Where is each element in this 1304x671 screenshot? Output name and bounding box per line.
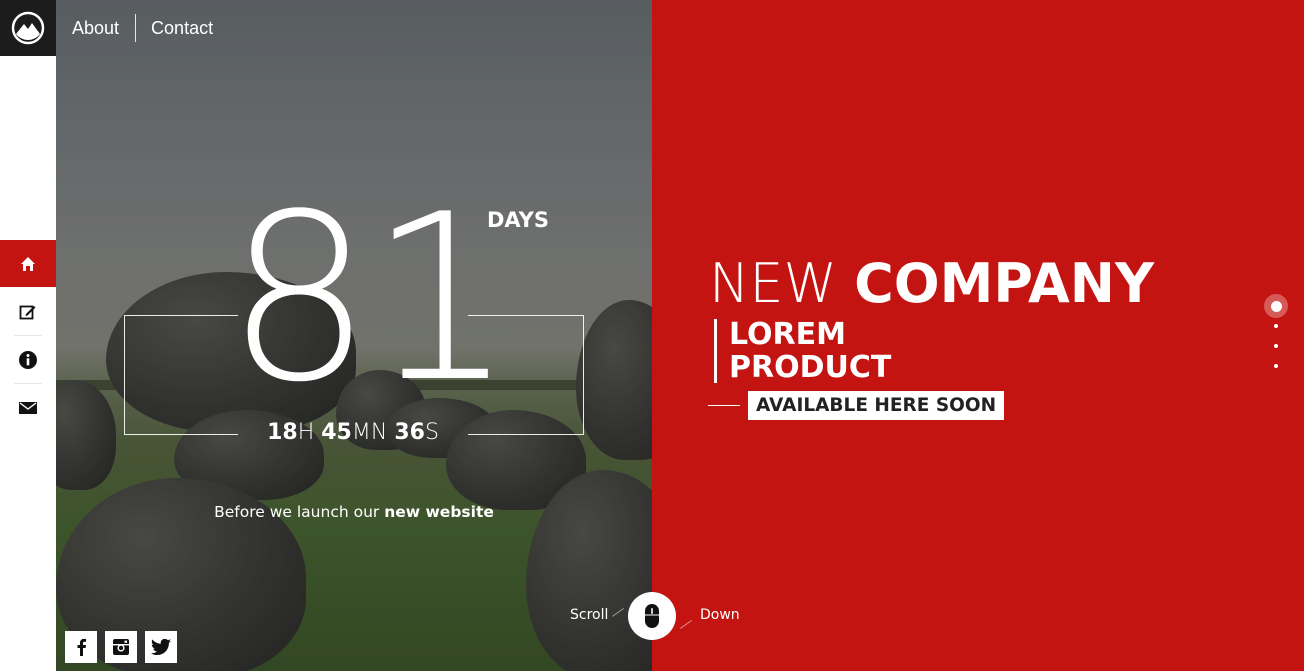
tagline-bold: new website [384, 503, 494, 521]
mail-icon [19, 401, 37, 414]
down-label: Down [700, 607, 740, 623]
nav-about[interactable]: About [72, 18, 119, 39]
pager-dot[interactable] [1274, 364, 1278, 368]
sidebar-item-edit[interactable] [0, 288, 56, 335]
availability-rule [708, 405, 740, 406]
headline: NEW COMPANY [709, 252, 1154, 316]
mountain-logo-icon [11, 11, 45, 45]
sidebar-item-info[interactable] [0, 336, 56, 383]
facebook-button[interactable] [65, 631, 97, 663]
instagram-button[interactable] [105, 631, 137, 663]
headline-light: NEW [709, 252, 837, 315]
home-icon [21, 256, 35, 271]
countdown-seconds-unit: S [424, 420, 439, 445]
nav-divider [135, 14, 137, 42]
subheadline-bar [714, 319, 717, 383]
scroll-down-button[interactable] [628, 592, 676, 640]
countdown-seconds: 36 [394, 420, 425, 445]
nav-contact[interactable]: Contact [151, 18, 213, 39]
subheadline-line1: LOREM [729, 317, 846, 352]
pager-dot[interactable] [1274, 344, 1278, 348]
pager-dot-inner [1270, 300, 1282, 312]
availability-badge: AVAILABLE HERE SOON [748, 391, 1005, 420]
twitter-icon [151, 639, 171, 655]
countdown-minutes: 45 [321, 420, 352, 445]
facebook-icon [77, 638, 87, 656]
logo[interactable] [0, 0, 56, 56]
sidebar [0, 0, 56, 671]
subheadline: LOREM PRODUCT [729, 318, 891, 384]
twitter-button[interactable] [145, 631, 177, 663]
headline-bold: COMPANY [854, 252, 1155, 315]
launch-tagline: Before we launch our new website [56, 503, 652, 521]
sidebar-item-home[interactable] [0, 240, 56, 287]
instagram-icon [113, 639, 129, 655]
countdown-days-label: DAYS [487, 208, 550, 232]
pager-dot[interactable] [1274, 324, 1278, 328]
countdown-minutes-unit: MN [351, 420, 388, 445]
subheadline-line2: PRODUCT [729, 350, 892, 385]
edit-icon [19, 305, 36, 319]
countdown-hours: 18 [267, 420, 298, 445]
sidebar-item-mail[interactable] [0, 384, 56, 431]
mouse-icon [645, 604, 659, 628]
countdown-hours-unit: H [297, 420, 315, 445]
countdown-days: 81 [226, 166, 515, 433]
pager-dot-active[interactable] [1264, 294, 1288, 318]
scroll-label: Scroll [570, 607, 609, 623]
countdown-frame-left [124, 315, 238, 435]
countdown-time: 18H 45MN 36S [238, 420, 468, 445]
tagline-prefix: Before we launch our [214, 503, 380, 521]
top-nav: About Contact [56, 0, 213, 56]
info-icon [19, 350, 37, 369]
